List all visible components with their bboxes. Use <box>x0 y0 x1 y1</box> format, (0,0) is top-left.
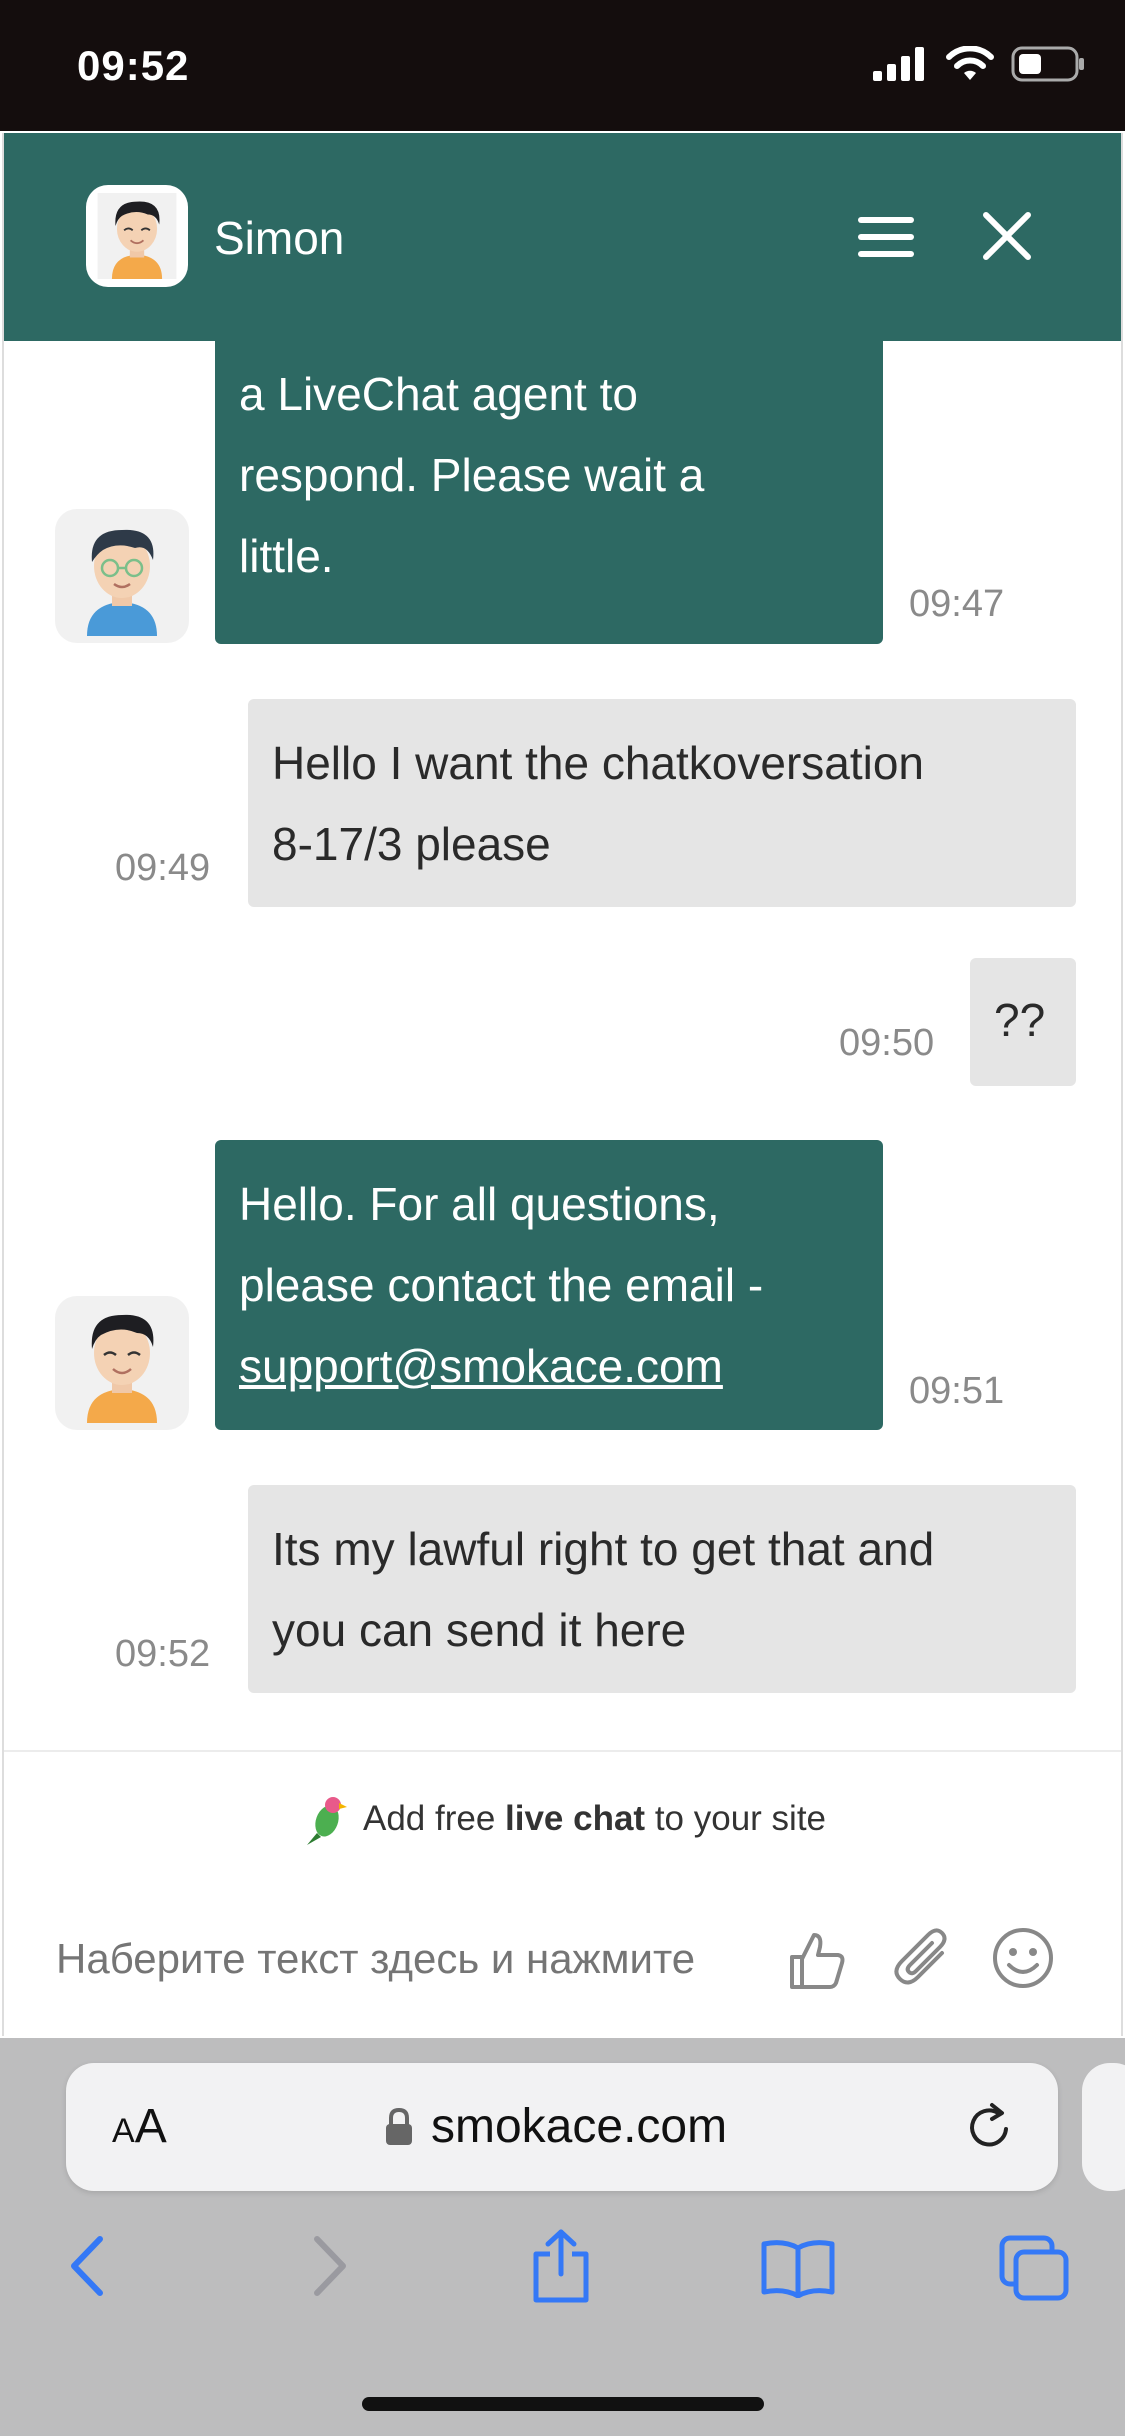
url-domain: smokace.com <box>431 2100 728 2153</box>
share-icon[interactable] <box>528 2228 594 2304</box>
message-line: Hello I want the chatkoversation <box>272 737 925 789</box>
composer-divider <box>4 1750 1121 1752</box>
user-message-bubble: ?? <box>970 958 1076 1086</box>
next-tab-peek[interactable] <box>1082 2063 1125 2191</box>
message-line: please contact the email - <box>239 1259 764 1311</box>
agent-glasses-avatar-icon <box>87 529 157 636</box>
agent-avatar <box>55 509 189 643</box>
message-composer <box>4 1923 1121 2013</box>
message-time: 09:49 <box>115 847 211 889</box>
message-line: ?? <box>994 994 1046 1046</box>
battery-icon <box>1011 46 1084 82</box>
message-line: Hello. For all questions, <box>239 1178 720 1230</box>
message-time: 09:50 <box>839 1022 935 1064</box>
agent-message-bubble: Hello. For all questions, please contact… <box>215 1140 883 1430</box>
user-message-bubble: Hello I want the chatkoversation 8-17/3 … <box>248 699 1076 907</box>
message-time: 09:51 <box>909 1370 1005 1412</box>
thumbs-up-icon[interactable] <box>786 1929 848 1991</box>
message-line: respond. Please wait a <box>239 449 705 501</box>
message-list[interactable]: may take a few minutes for a LiveChat ag… <box>4 133 1121 1753</box>
wifi-icon <box>946 46 994 80</box>
reload-icon[interactable] <box>962 2099 1018 2155</box>
forward-icon[interactable] <box>307 2233 353 2299</box>
bookmarks-icon[interactable] <box>760 2238 836 2298</box>
message-line: a LiveChat agent to <box>239 368 638 420</box>
status-icons <box>873 46 1085 82</box>
chat-widget: may take a few minutes for a LiveChat ag… <box>2 133 1123 2036</box>
promo-bold: live chat <box>505 1799 646 1838</box>
home-indicator <box>362 2397 764 2411</box>
promo-suffix: to your site <box>654 1799 827 1838</box>
signal-icon <box>873 47 924 81</box>
message-line: Its my lawful right to get that and <box>272 1523 935 1575</box>
status-time: 09:52 <box>77 42 190 89</box>
agent-simon-avatar-icon <box>87 1314 157 1423</box>
agent-simon-avatar-icon <box>97 193 177 279</box>
message-line: you can send it here <box>272 1604 687 1656</box>
lock-icon <box>386 2107 412 2145</box>
chat-header: Simon <box>4 133 1121 341</box>
browser-toolbar: AA smokace.com <box>0 2038 1125 2436</box>
reader-text-size-button[interactable]: AA <box>112 2099 167 2154</box>
parrot-logo-icon <box>306 1797 347 1845</box>
support-email-link[interactable]: support@smokace.com <box>239 1340 723 1392</box>
message-time: 09:47 <box>909 583 1005 625</box>
close-icon[interactable] <box>982 211 1032 261</box>
header-avatar <box>86 185 188 287</box>
menu-icon[interactable] <box>856 213 916 261</box>
paperclip-icon[interactable] <box>892 1927 954 1993</box>
message-time: 09:52 <box>115 1633 211 1675</box>
tabs-icon[interactable] <box>998 2234 1070 2302</box>
agent-avatar <box>55 1296 189 1430</box>
message-input[interactable] <box>56 1935 776 1983</box>
status-bar: 09:52 <box>0 0 1125 131</box>
agent-name: Simon <box>214 212 345 264</box>
emoji-icon[interactable] <box>990 1925 1056 1991</box>
message-line: 8-17/3 please <box>272 818 551 870</box>
user-message-bubble: Its my lawful right to get that and you … <box>248 1485 1076 1693</box>
livechat-promo[interactable]: Add free live chat to your site <box>4 1793 1121 1845</box>
message-line: little. <box>239 530 334 582</box>
promo-prefix: Add free <box>362 1799 496 1838</box>
back-icon[interactable] <box>64 2233 110 2299</box>
address-bar[interactable]: AA smokace.com <box>66 2063 1058 2191</box>
